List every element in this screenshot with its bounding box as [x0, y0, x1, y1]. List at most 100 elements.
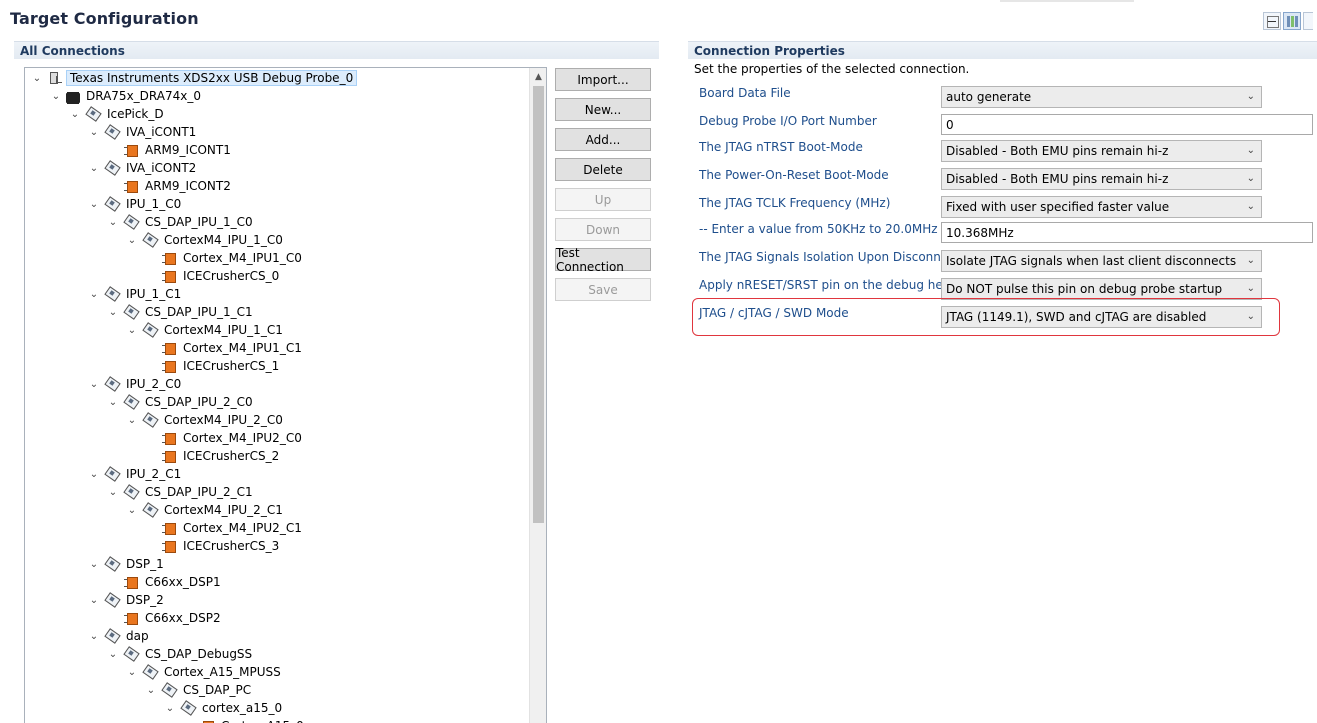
tree-node[interactable]: ⌄ IPU_1_C0 — [88, 195, 184, 213]
tree-node[interactable]: ⌄ DSP_1 — [88, 555, 167, 573]
chevron-down-icon[interactable]: ⌄ — [126, 504, 138, 516]
chevron-down-icon[interactable]: ⌄ — [88, 594, 100, 606]
tree-node[interactable]: ICECrusherCS_1 — [145, 357, 282, 375]
chevron-down-icon[interactable]: ⌄ — [1247, 173, 1255, 184]
tree-node[interactable]: Cortex_M4_IPU2_C1 — [145, 519, 305, 537]
chevron-down-icon[interactable]: ⌄ — [1247, 145, 1255, 156]
layout-toggle-icon[interactable] — [1283, 12, 1301, 30]
chevron-down-icon[interactable]: ⌄ — [145, 684, 157, 696]
tree-node[interactable]: ⌄ Texas Instruments XDS2xx USB Debug Prob… — [31, 69, 358, 87]
chevron-down-icon[interactable]: ⌄ — [88, 288, 100, 300]
tree-node-label: cortex_a15_0 — [202, 701, 283, 715]
scroll-up-icon[interactable]: ▲ — [530, 68, 546, 85]
tree-node[interactable]: ⌄ CS_DAP_IPU_1_C0 — [107, 213, 256, 231]
chevron-down-icon[interactable]: ⌄ — [88, 198, 100, 210]
tree-node[interactable]: ⌄ IVA_iCONT1 — [88, 123, 199, 141]
chevron-down-icon[interactable]: ⌄ — [107, 396, 119, 408]
up-button[interactable]: Up — [555, 188, 651, 211]
tree-node[interactable]: ⌄ IPU_2_C0 — [88, 375, 184, 393]
property-text-field[interactable]: 0 — [941, 114, 1313, 135]
chevron-down-icon[interactable]: ⌄ — [31, 72, 43, 84]
tree-node-label: ARM9_ICONT1 — [145, 143, 231, 157]
tree-node[interactable]: ARM9_ICONT1 — [107, 141, 234, 159]
save-button[interactable]: Save — [555, 278, 651, 301]
property-select[interactable]: Do NOT pulse this pin on debug probe sta… — [941, 278, 1262, 300]
property-select[interactable]: Fixed with user specified faster value ⌄ — [941, 196, 1262, 218]
tree-node[interactable]: ⌄ CS_DAP_IPU_2_C1 — [107, 483, 256, 501]
property-select[interactable]: Disabled - Both EMU pins remain hi-z ⌄ — [941, 140, 1262, 162]
tree-node[interactable]: ⌄ IVA_iCONT2 — [88, 159, 199, 177]
tree-node[interactable]: Cortex_M4_IPU1_C1 — [145, 339, 305, 357]
tree-node-label: Cortex_M4_IPU1_C0 — [183, 251, 302, 265]
chevron-down-icon[interactable]: ⌄ — [107, 486, 119, 498]
tree-node[interactable]: ⌄ CS_DAP_IPU_2_C0 — [107, 393, 256, 411]
test-connection-button[interactable]: Test Connection — [555, 246, 651, 274]
chevron-down-icon[interactable]: ⌄ — [50, 90, 62, 102]
chevron-down-icon[interactable]: ⌄ — [164, 702, 176, 714]
tree-node[interactable]: ⌄ CortexM4_IPU_1_C0 — [126, 231, 286, 249]
tree-node[interactable]: C66xx_DSP2 — [107, 609, 224, 627]
cpu-icon — [161, 268, 177, 284]
chevron-down-icon[interactable]: ⌄ — [88, 468, 100, 480]
collapse-all-icon[interactable] — [1263, 12, 1281, 30]
chevron-down-icon[interactable]: ⌄ — [107, 216, 119, 228]
chevron-down-icon[interactable]: ⌄ — [107, 306, 119, 318]
tree-node[interactable]: ARM9_ICONT2 — [107, 177, 234, 195]
property-select[interactable]: Isolate JTAG signals when last client di… — [941, 250, 1262, 272]
tree-node[interactable]: ICECrusherCS_2 — [145, 447, 282, 465]
down-button[interactable]: Down — [555, 218, 651, 241]
tree-node[interactable]: ⌄ Cortex_A15_MPUSS — [126, 663, 284, 681]
import-button[interactable]: Import... — [555, 68, 651, 91]
add-button[interactable]: Add... — [555, 128, 651, 151]
tree-node[interactable]: ⌄ DSP_2 — [88, 591, 167, 609]
tree-node[interactable]: ⌄ CS_DAP_IPU_1_C1 — [107, 303, 256, 321]
tree-node-label: Cortex_M4_IPU2_C0 — [183, 431, 302, 445]
chevron-down-icon[interactable]: ⌄ — [1247, 201, 1255, 212]
tree-node[interactable]: ⌄ IPU_1_C1 — [88, 285, 184, 303]
property-text-field[interactable]: 10.368MHz — [941, 222, 1313, 243]
tree-node[interactable]: ⌄ CortexM4_IPU_1_C1 — [126, 321, 286, 339]
chevron-down-icon[interactable]: ⌄ — [126, 414, 138, 426]
chevron-down-icon[interactable]: ⌄ — [88, 162, 100, 174]
chevron-down-icon[interactable]: ⌄ — [1247, 283, 1255, 294]
tree-node[interactable]: ICECrusherCS_0 — [145, 267, 282, 285]
tree-node[interactable]: ⌄ IPU_2_C1 — [88, 465, 184, 483]
tree-node[interactable]: ⌄ CS_DAP_PC — [145, 681, 254, 699]
chevron-down-icon[interactable]: ⌄ — [126, 234, 138, 246]
layout-split-icon[interactable] — [1303, 12, 1313, 30]
chevron-down-icon[interactable]: ⌄ — [88, 378, 100, 390]
delete-button[interactable]: Delete — [555, 158, 651, 181]
router-icon — [104, 376, 120, 392]
scroll-thumb[interactable] — [533, 86, 544, 523]
connections-tree[interactable]: ⌄ Texas Instruments XDS2xx USB Debug Prob… — [24, 67, 547, 723]
tree-node[interactable]: C66xx_DSP1 — [107, 573, 224, 591]
chevron-down-icon[interactable]: ⌄ — [126, 666, 138, 678]
tree-node-label: Cortex_M4_IPU1_C1 — [183, 341, 302, 355]
tree-node[interactable]: Cortex_M4_IPU1_C0 — [145, 249, 305, 267]
tree-node[interactable]: ⌄ DRA75x_DRA74x_0 — [50, 87, 204, 105]
tree-node[interactable]: Cortex_M4_IPU2_C0 — [145, 429, 305, 447]
tree-node[interactable]: ⌄ dap — [88, 627, 152, 645]
chevron-down-icon[interactable]: ⌄ — [69, 108, 81, 120]
chevron-down-icon[interactable]: ⌄ — [107, 648, 119, 660]
chevron-down-icon[interactable]: ⌄ — [1247, 255, 1255, 266]
new-button[interactable]: New... — [555, 98, 651, 121]
chevron-down-icon[interactable]: ⌄ — [88, 126, 100, 138]
tree-node[interactable]: Cortex_A15_0 — [183, 717, 307, 723]
tree-node-label: CS_DAP_IPU_1_C1 — [145, 305, 253, 319]
chevron-down-icon[interactable]: ⌄ — [88, 558, 100, 570]
property-select[interactable]: Disabled - Both EMU pins remain hi-z ⌄ — [941, 168, 1262, 190]
property-select[interactable]: auto generate ⌄ — [941, 86, 1262, 108]
chevron-down-icon[interactable]: ⌄ — [88, 630, 100, 642]
tree-node[interactable]: ICECrusherCS_3 — [145, 537, 282, 555]
tree-scrollbar[interactable]: ▲ — [529, 68, 546, 723]
router-icon — [104, 556, 120, 572]
tree-node[interactable]: ⌄ cortex_a15_0 — [164, 699, 285, 717]
tree-node[interactable]: ⌄ IcePick_D — [69, 105, 167, 123]
tree-node-label: IPU_2_C1 — [126, 467, 182, 481]
tree-node[interactable]: ⌄ CortexM4_IPU_2_C0 — [126, 411, 286, 429]
tree-node[interactable]: ⌄ CS_DAP_DebugSS — [107, 645, 255, 663]
tree-node[interactable]: ⌄ CortexM4_IPU_2_C1 — [126, 501, 286, 519]
chevron-down-icon[interactable]: ⌄ — [1247, 91, 1255, 102]
chevron-down-icon[interactable]: ⌄ — [126, 324, 138, 336]
